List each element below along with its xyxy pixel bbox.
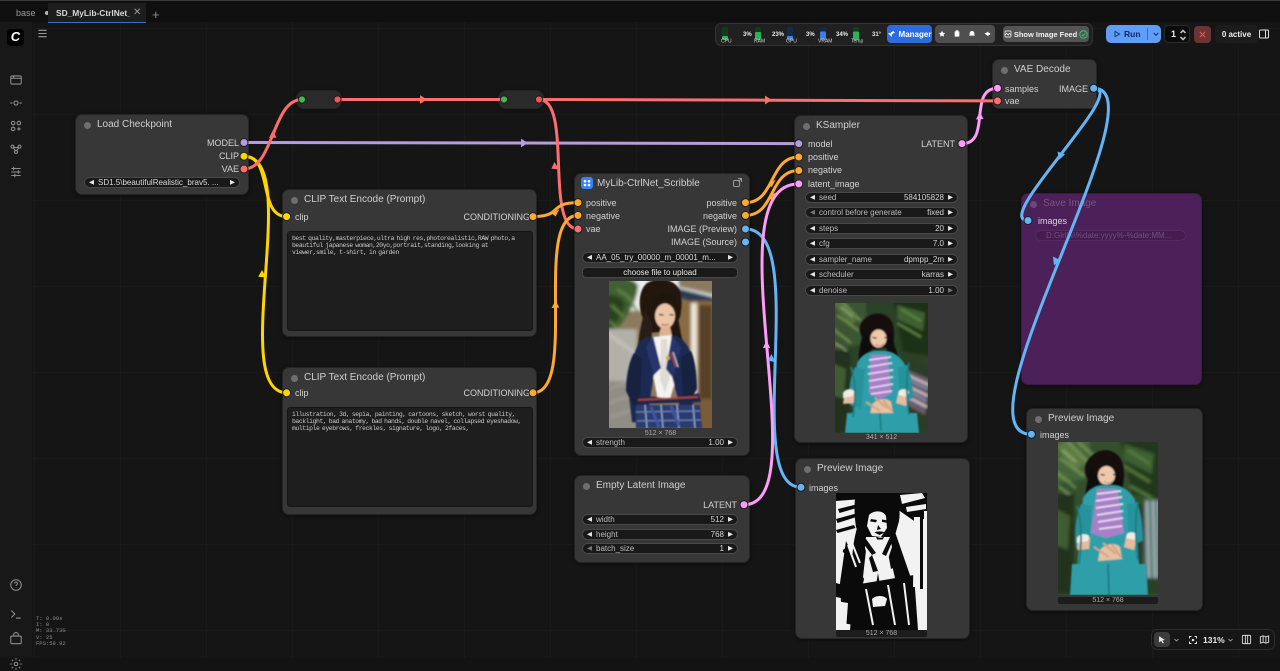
svg-text:23%: 23% xyxy=(772,32,785,38)
svg-text:VRAM: VRAM xyxy=(818,39,832,45)
svg-text:3%: 3% xyxy=(806,32,815,38)
svg-text:Temp: Temp xyxy=(851,39,863,45)
svg-text:GPU: GPU xyxy=(786,39,797,45)
svg-text:3%: 3% xyxy=(743,32,752,38)
svg-text:31°: 31° xyxy=(872,32,882,38)
svg-text:34%: 34% xyxy=(836,32,849,38)
svg-text:CPU: CPU xyxy=(721,39,732,45)
svg-text:RAM: RAM xyxy=(754,39,765,45)
